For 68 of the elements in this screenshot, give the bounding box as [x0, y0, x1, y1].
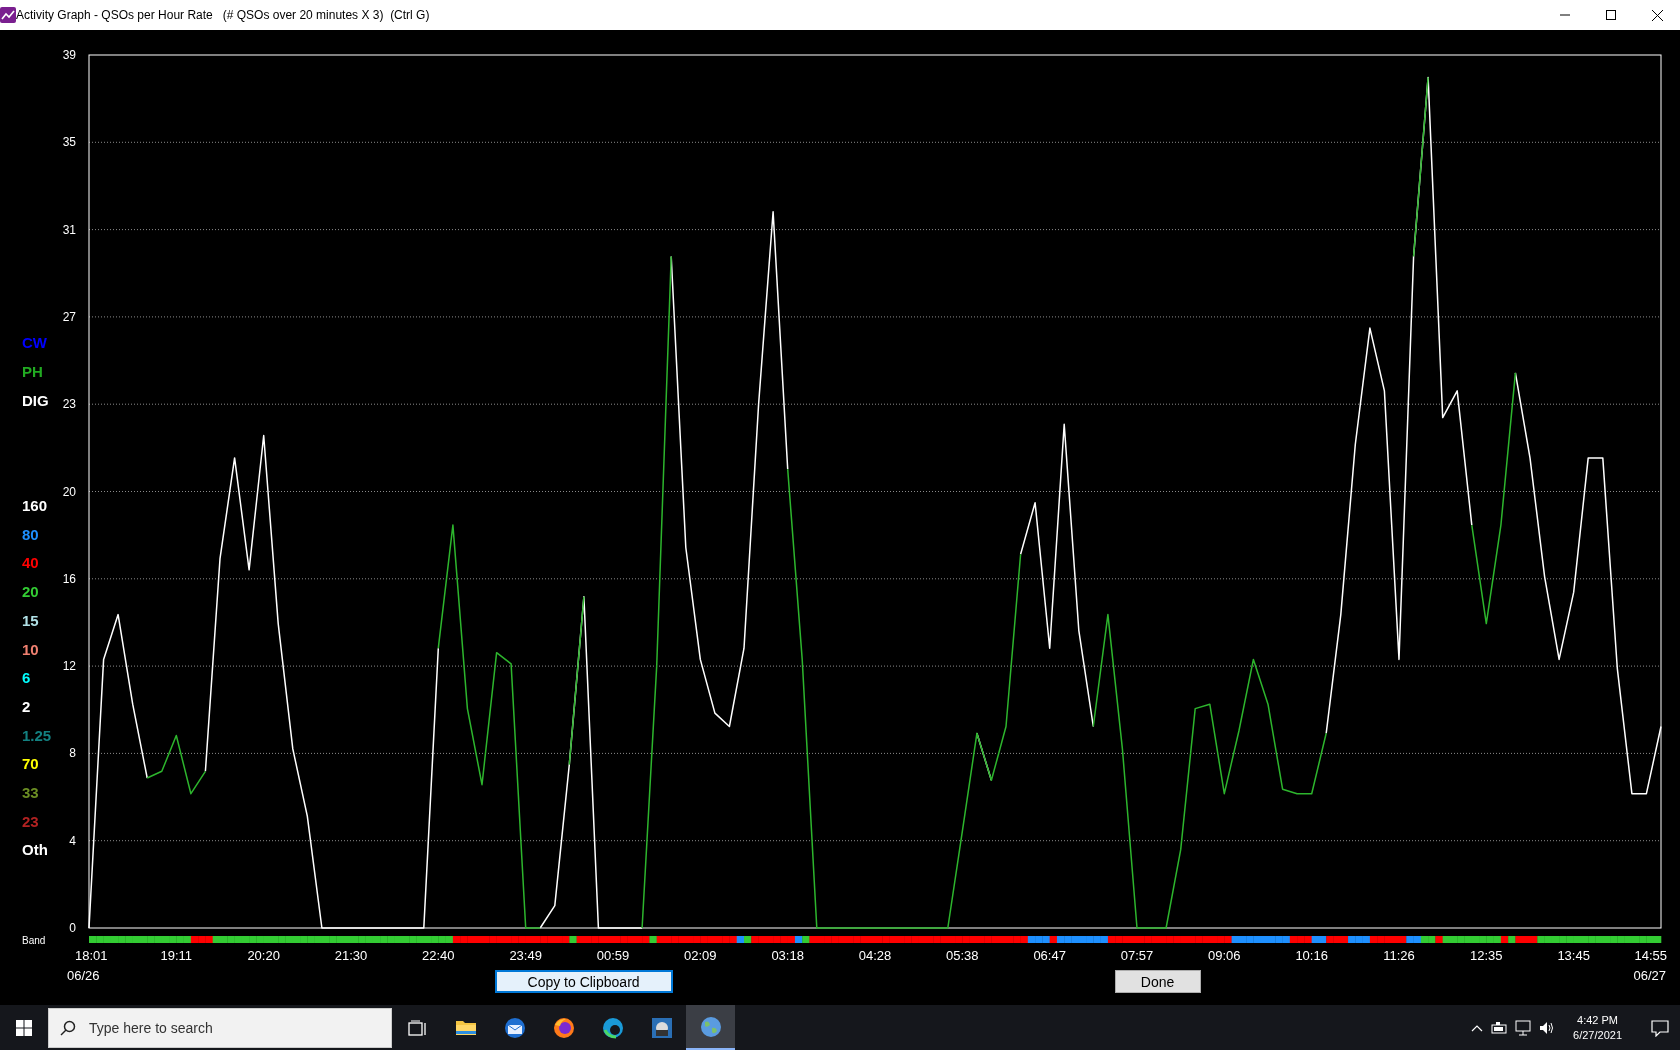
task-view-icon	[407, 1019, 426, 1036]
band-legend-label: 23	[22, 812, 39, 830]
time-axis-label: 02:09	[684, 948, 717, 963]
band-legend-label: 20	[22, 583, 39, 601]
band-legend-label: 80	[22, 525, 39, 543]
windows-logo-icon	[16, 1019, 32, 1036]
band-legend-label: 160	[22, 497, 48, 514]
clock-date: 6/27/2021	[1573, 1027, 1622, 1043]
search-icon	[60, 1019, 76, 1036]
mail-icon	[503, 1016, 526, 1039]
time-axis-label: 05:38	[946, 948, 979, 963]
window-title: Activity Graph - QSOs per Hour Rate (# QSOs over 20 minutes X 3) (Ctrl G)	[16, 8, 431, 22]
band-legend-label: 1.25	[22, 726, 52, 744]
copy-button[interactable]: Copy to Clipboard	[494, 970, 673, 993]
band-legend-label: Oth	[22, 841, 48, 859]
time-axis-label: 19:11	[160, 948, 193, 963]
time-axis-label: 12:35	[1470, 948, 1503, 963]
y-axis-label: 35	[62, 135, 76, 150]
y-axis-label: 4	[69, 833, 76, 848]
close-icon	[1651, 9, 1663, 21]
end-date-label: 06/27	[1633, 968, 1666, 983]
app-icon	[650, 1016, 673, 1039]
browser-icon	[552, 1016, 575, 1039]
time-axis-label: 09:06	[1208, 948, 1241, 963]
band-legend-label: 33	[22, 784, 39, 801]
time-axis-label: 03:18	[771, 948, 804, 963]
y-axis-label: 0	[69, 921, 76, 935]
y-axis-label: 8	[69, 746, 76, 761]
time-axis-label: 04:28	[858, 948, 892, 963]
time-axis-label: 13:45	[1557, 948, 1590, 963]
time-axis-label: 20:20	[247, 948, 280, 963]
start-date-label: 06/26	[67, 968, 100, 983]
y-axis-label: 27	[62, 309, 76, 324]
mode-legend-label: DIG	[22, 392, 49, 409]
time-axis-label: 23:49	[509, 948, 542, 963]
time-axis-label: 18:01	[75, 948, 108, 963]
band-legend-label: 15	[22, 611, 39, 629]
time-axis-label: 00:59	[596, 948, 630, 963]
network-icon[interactable]	[1515, 1019, 1532, 1036]
y-axis-label: 20	[62, 484, 76, 499]
globe-icon	[699, 1015, 722, 1038]
time-axis-label: 22:40	[422, 948, 455, 963]
band-strip-label: Band	[22, 935, 46, 946]
time-axis-label: 11:26	[1383, 948, 1415, 963]
maximize-icon	[1606, 10, 1616, 20]
browser-icon	[601, 1016, 624, 1039]
mode-legend-label: PH	[22, 363, 43, 380]
y-axis-label: 39	[62, 48, 76, 62]
time-axis-label: 07:57	[1120, 948, 1154, 963]
y-axis-label: 23	[62, 397, 76, 412]
y-axis-label: 16	[62, 571, 76, 586]
band-legend-label: 2	[22, 697, 31, 715]
done-button[interactable]: Done	[1114, 970, 1201, 993]
speech-bubble-icon	[1651, 1018, 1669, 1037]
time-axis-label: 21:30	[334, 948, 368, 963]
band-legend-label: 6	[22, 669, 31, 687]
band-legend-label: 10	[22, 640, 39, 658]
battery-icon[interactable]	[1491, 1020, 1508, 1035]
search-field[interactable]: Type here to search	[48, 1007, 392, 1048]
y-axis-label: 12	[62, 659, 76, 674]
clock-time: 4:42 PM	[1577, 1012, 1618, 1028]
band-legend-label: 40	[22, 554, 39, 572]
time-axis-label: 10:16	[1295, 948, 1328, 963]
time-axis-label: 06:47	[1033, 948, 1066, 963]
band-legend-label: 70	[22, 755, 39, 773]
y-axis-label: 31	[62, 222, 76, 237]
time-axis-label: 14:55	[1634, 948, 1667, 963]
mode-legend-label: CW	[22, 334, 47, 351]
